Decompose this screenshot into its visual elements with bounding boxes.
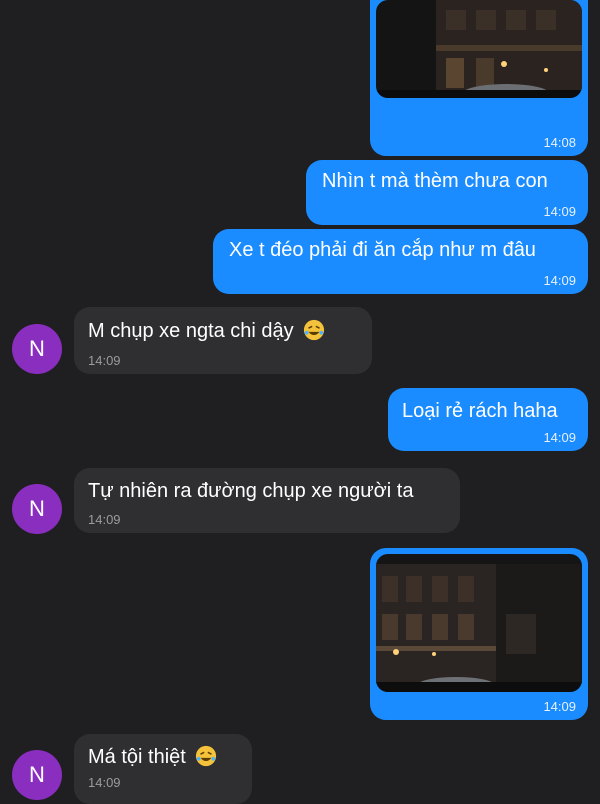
avatar[interactable]: N	[12, 750, 62, 800]
outgoing-image-message[interactable]: 14:09	[370, 548, 588, 720]
message-text: Xe t đéo phải đi ăn cắp như m đâu	[229, 239, 536, 261]
outgoing-message[interactable]: Loại rẻ rách haha 14:09	[388, 388, 588, 451]
avatar[interactable]: N	[12, 484, 62, 534]
night-building-photo-image	[376, 554, 582, 692]
message-time: 14:09	[88, 353, 121, 368]
message-text: M chụp xe ngta chi dậy	[88, 320, 294, 342]
message-time: 14:09	[88, 512, 121, 527]
message-time: 14:09	[543, 273, 576, 288]
message-time: 14:08	[543, 135, 576, 150]
message-text: Nhìn t mà thèm chưa con	[322, 170, 548, 192]
message-time: 14:09	[543, 204, 576, 219]
message-text: Má tội thiệt	[88, 746, 186, 768]
message-text: Tự nhiên ra đường chụp xe người ta	[88, 480, 414, 502]
rofl-emoji-icon	[304, 319, 325, 341]
message-content: M chụp xe ngta chi dậy	[88, 319, 325, 343]
message-time: 14:09	[88, 775, 121, 790]
incoming-message[interactable]: M chụp xe ngta chi dậy 14:09	[74, 307, 372, 374]
message-time: 14:09	[543, 430, 576, 445]
avatar[interactable]: N	[12, 324, 62, 374]
night-building-photo[interactable]	[376, 0, 582, 98]
incoming-message[interactable]: Má tội thiệt 14:09	[74, 734, 252, 804]
message-text: Loại rẻ rách haha	[402, 400, 558, 422]
message-time: 14:09	[543, 699, 576, 714]
rofl-emoji-icon	[196, 745, 217, 767]
outgoing-image-message[interactable]: 14:08	[370, 0, 588, 156]
outgoing-message[interactable]: Nhìn t mà thèm chưa con 14:09	[306, 160, 588, 225]
night-building-photo-image	[376, 0, 582, 98]
incoming-message[interactable]: Tự nhiên ra đường chụp xe người ta 14:09	[74, 468, 460, 533]
outgoing-message[interactable]: Xe t đéo phải đi ăn cắp như m đâu 14:09	[213, 229, 588, 294]
night-building-photo[interactable]	[376, 554, 582, 692]
message-content: Má tội thiệt	[88, 745, 217, 769]
